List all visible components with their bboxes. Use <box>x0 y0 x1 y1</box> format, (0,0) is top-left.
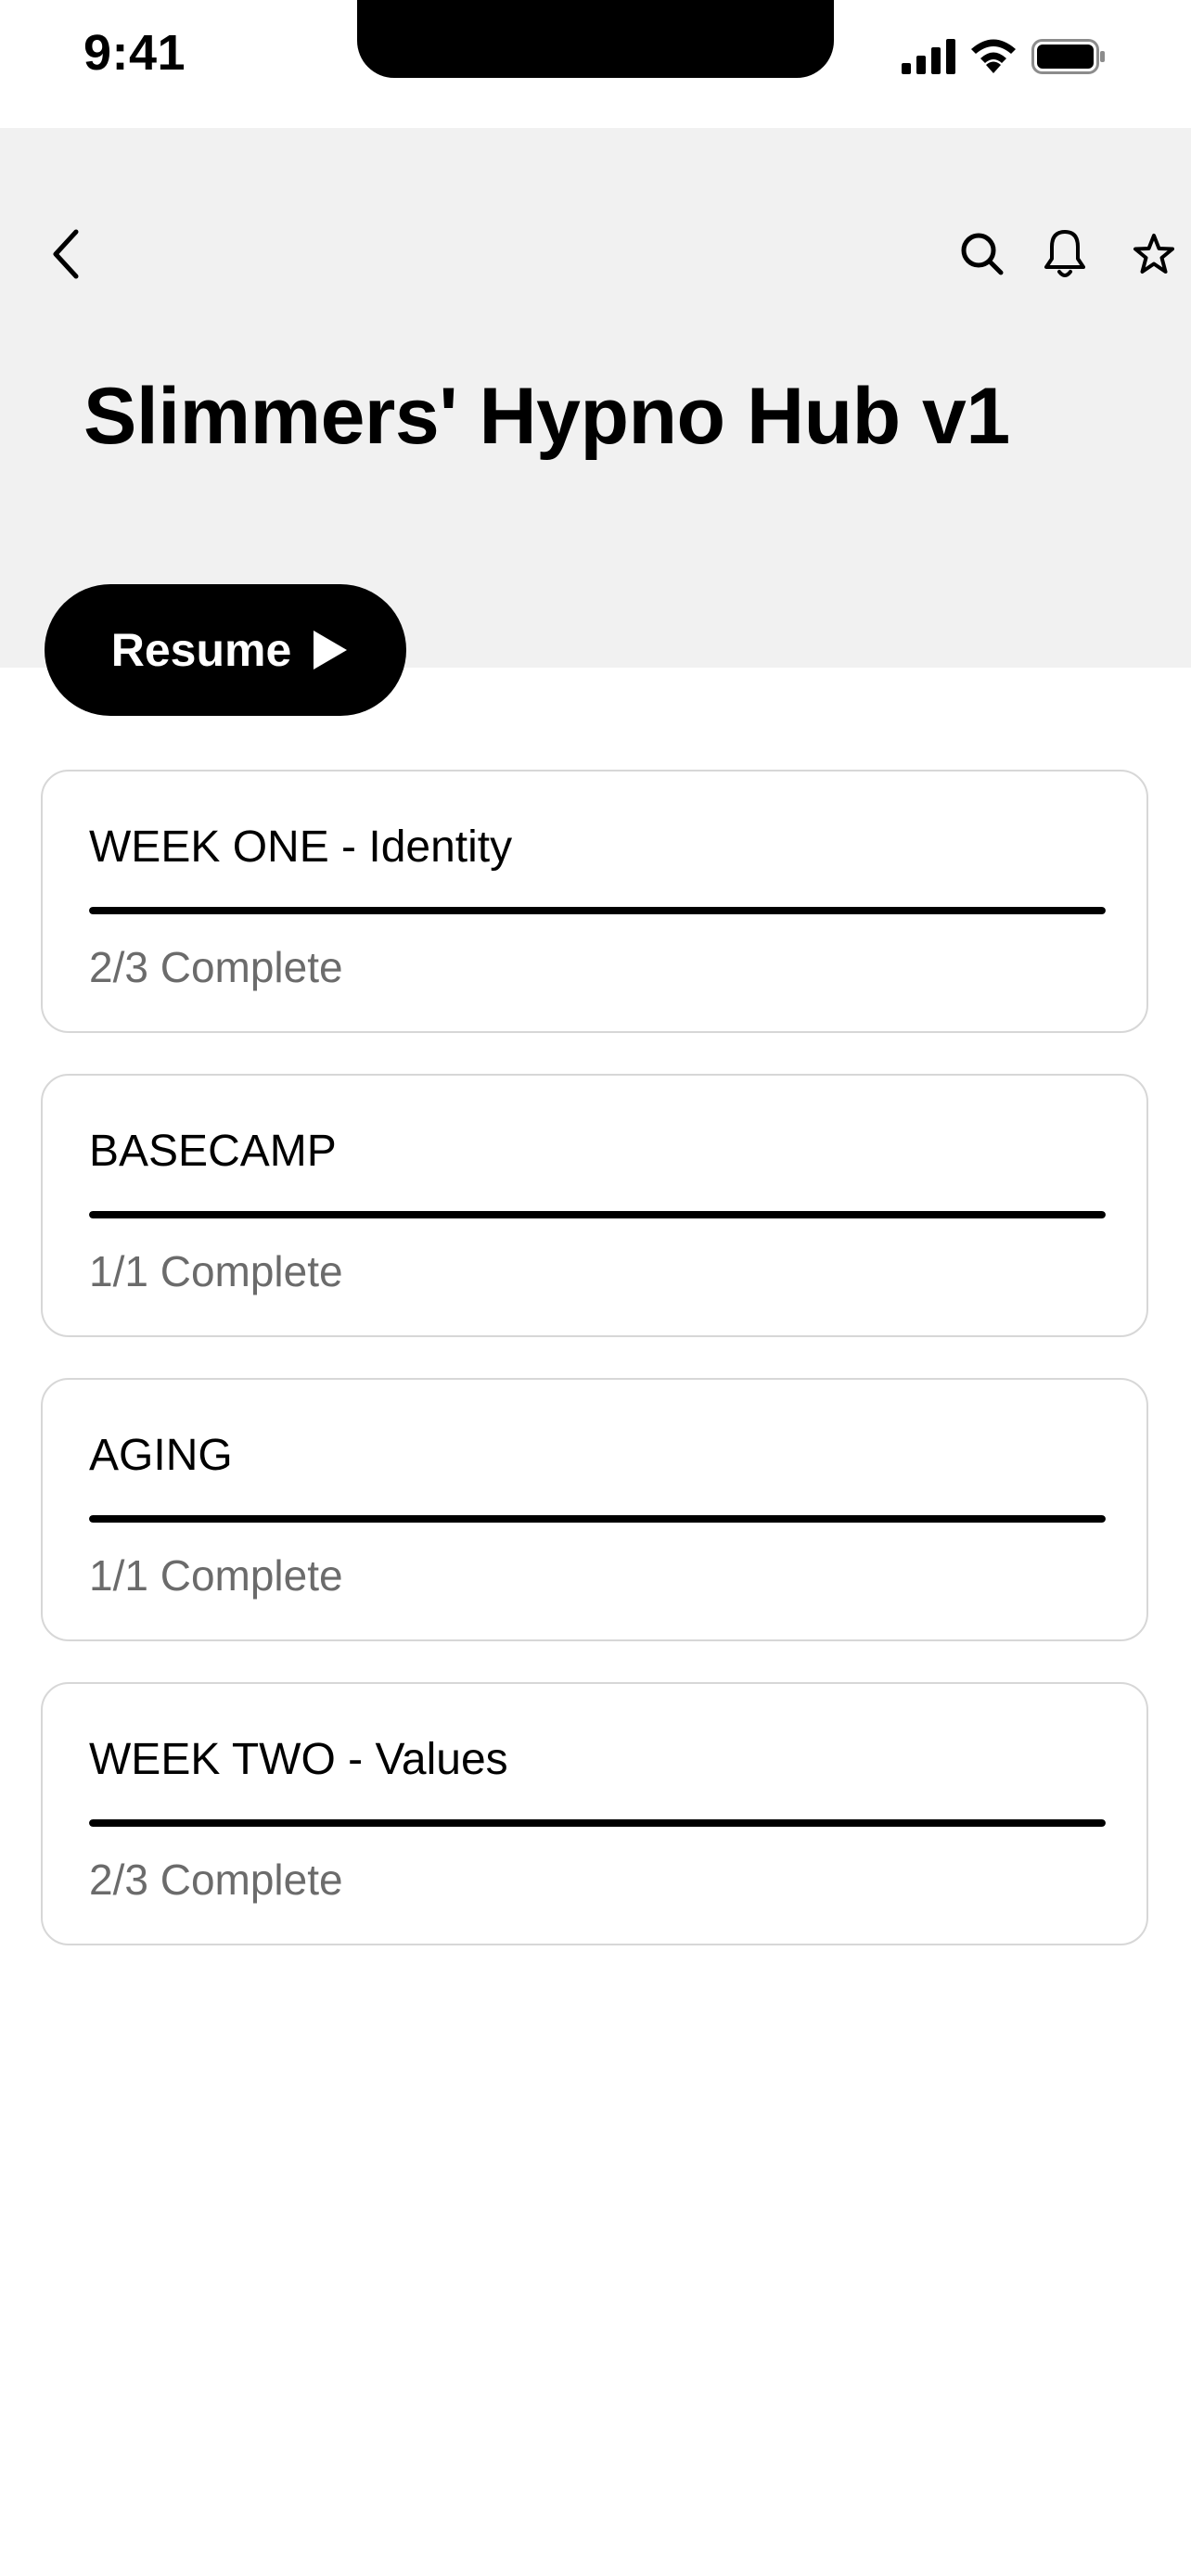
status-icons <box>902 35 1106 78</box>
notifications-button[interactable] <box>1031 221 1098 287</box>
battery-icon <box>1031 39 1106 74</box>
star-icon <box>1133 233 1175 275</box>
back-button[interactable] <box>33 221 100 287</box>
module-title: AGING <box>89 1431 233 1480</box>
module-progress-fill <box>89 1819 1106 1827</box>
module-card-week-two[interactable]: WEEK TWO - Values 2/3 Complete <box>41 1682 1148 1945</box>
status-bar: 9:41 <box>0 0 1191 128</box>
screen: 9:41 Slimmers' Hypno Hub v1 Resume WEEK … <box>0 0 1191 2576</box>
status-time: 9:41 <box>83 25 186 81</box>
resume-label: Resume <box>110 624 292 676</box>
module-card-week-one[interactable]: WEEK ONE - Identity 2/3 Complete <box>41 770 1148 1033</box>
play-icon <box>312 629 349 671</box>
module-progress-fill <box>89 907 1106 914</box>
device-notch <box>357 0 834 78</box>
search-button[interactable] <box>949 221 1016 287</box>
module-progress-fill <box>89 1515 1106 1523</box>
module-list: WEEK ONE - Identity 2/3 Complete BASECAM… <box>41 770 1148 1986</box>
favorite-button[interactable] <box>1121 221 1187 287</box>
chevron-left-icon <box>48 228 85 280</box>
module-status: 2/3 Complete <box>89 1855 343 1904</box>
module-status: 1/1 Complete <box>89 1247 343 1295</box>
module-progress-bar <box>89 1211 1106 1218</box>
module-title: WEEK ONE - Identity <box>89 823 513 872</box>
search-icon <box>959 231 1005 277</box>
module-status: 1/1 Complete <box>89 1551 343 1600</box>
module-status: 2/3 Complete <box>89 943 343 991</box>
module-progress-fill <box>89 1211 1106 1218</box>
module-card-aging[interactable]: AGING 1/1 Complete <box>41 1378 1148 1641</box>
module-progress-bar <box>89 1515 1106 1523</box>
module-title: BASECAMP <box>89 1127 337 1176</box>
resume-button[interactable]: Resume <box>45 584 406 716</box>
module-progress-bar <box>89 1819 1106 1827</box>
module-card-basecamp[interactable]: BASECAMP 1/1 Complete <box>41 1074 1148 1337</box>
page-title: Slimmers' Hypno Hub v1 <box>83 372 1010 461</box>
wifi-icon <box>968 38 1018 75</box>
module-title: WEEK TWO - Values <box>89 1735 508 1784</box>
cellular-signal-icon <box>902 39 955 74</box>
module-progress-bar <box>89 907 1106 914</box>
bell-icon <box>1042 228 1088 280</box>
